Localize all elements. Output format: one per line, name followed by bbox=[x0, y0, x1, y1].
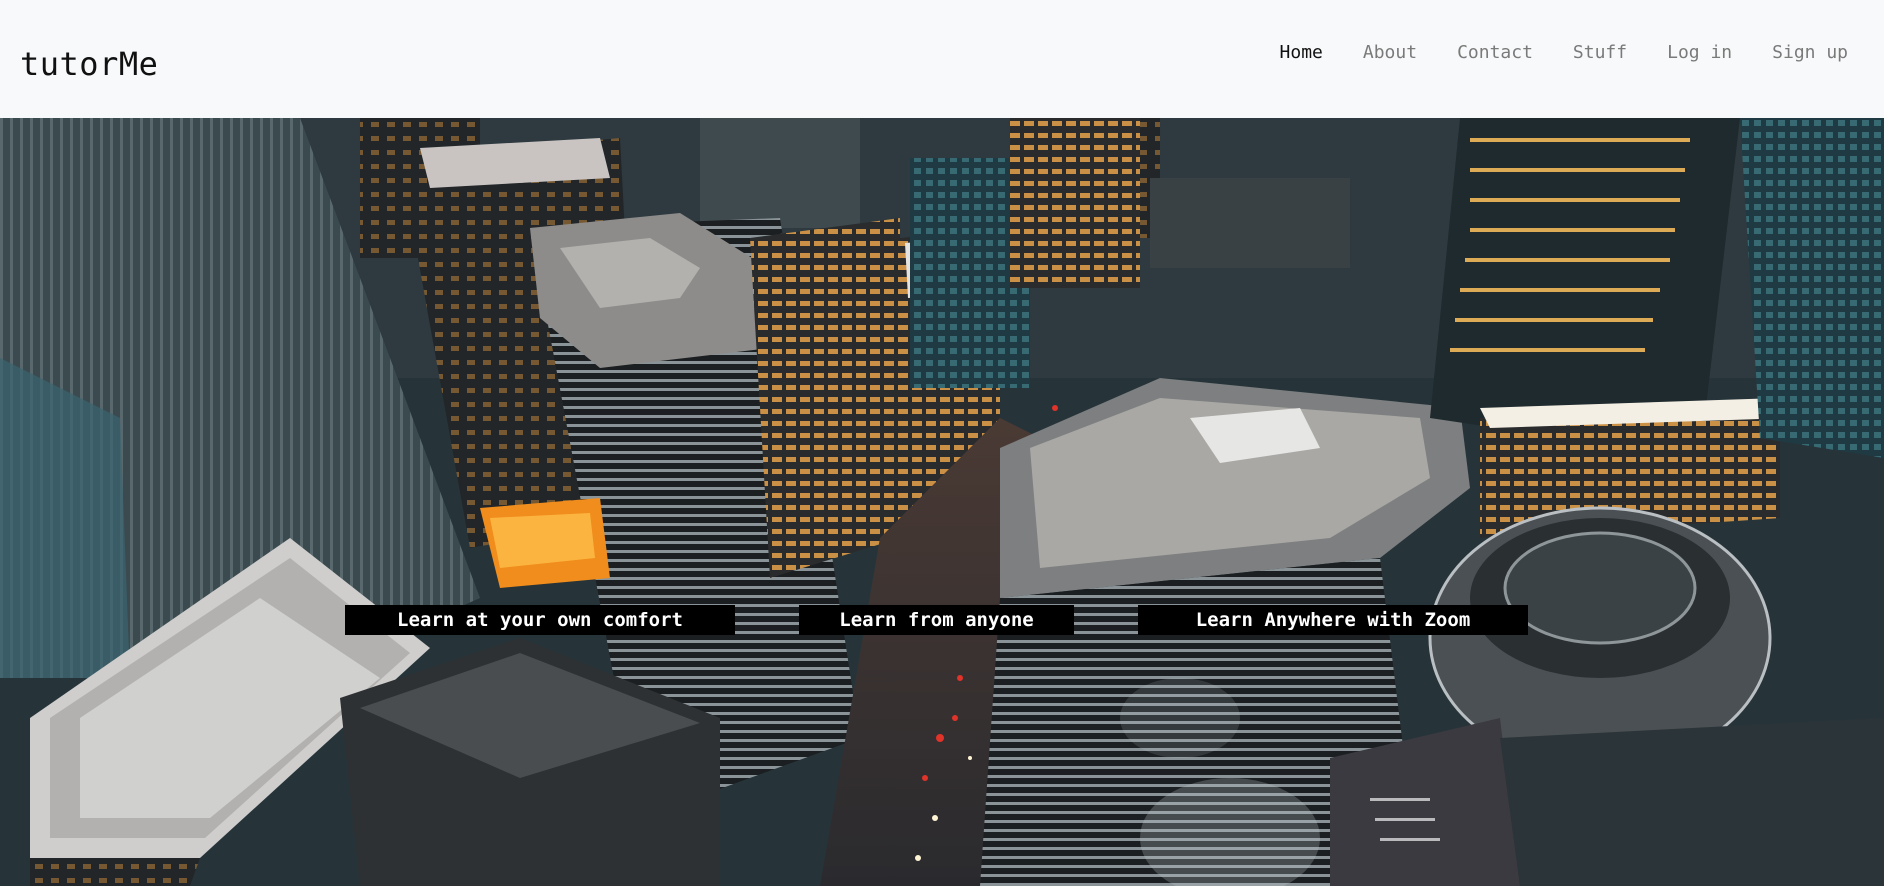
nav-home-link[interactable]: Home bbox=[1280, 42, 1323, 63]
nav-contact-link[interactable]: Contact bbox=[1457, 42, 1533, 63]
navbar: tutorMe Home About Contact Stuff Log in … bbox=[0, 0, 1884, 118]
nav-about-link[interactable]: About bbox=[1363, 42, 1417, 63]
city-skyline-image bbox=[0, 118, 1884, 886]
tagline-anyone: Learn from anyone bbox=[799, 605, 1074, 635]
nav-links: Home About Contact Stuff Log in Sign up bbox=[1280, 42, 1848, 63]
nav-stuff-link[interactable]: Stuff bbox=[1573, 42, 1627, 63]
hero-banner: Learn at your own comfort Learn from any… bbox=[0, 118, 1884, 886]
tagline-zoom: Learn Anywhere with Zoom bbox=[1138, 605, 1528, 635]
tagline-comfort: Learn at your own comfort bbox=[345, 605, 735, 635]
nav-signup-link[interactable]: Sign up bbox=[1772, 42, 1848, 63]
brand-logo[interactable]: tutorMe bbox=[20, 45, 158, 83]
nav-login-link[interactable]: Log in bbox=[1667, 42, 1732, 63]
